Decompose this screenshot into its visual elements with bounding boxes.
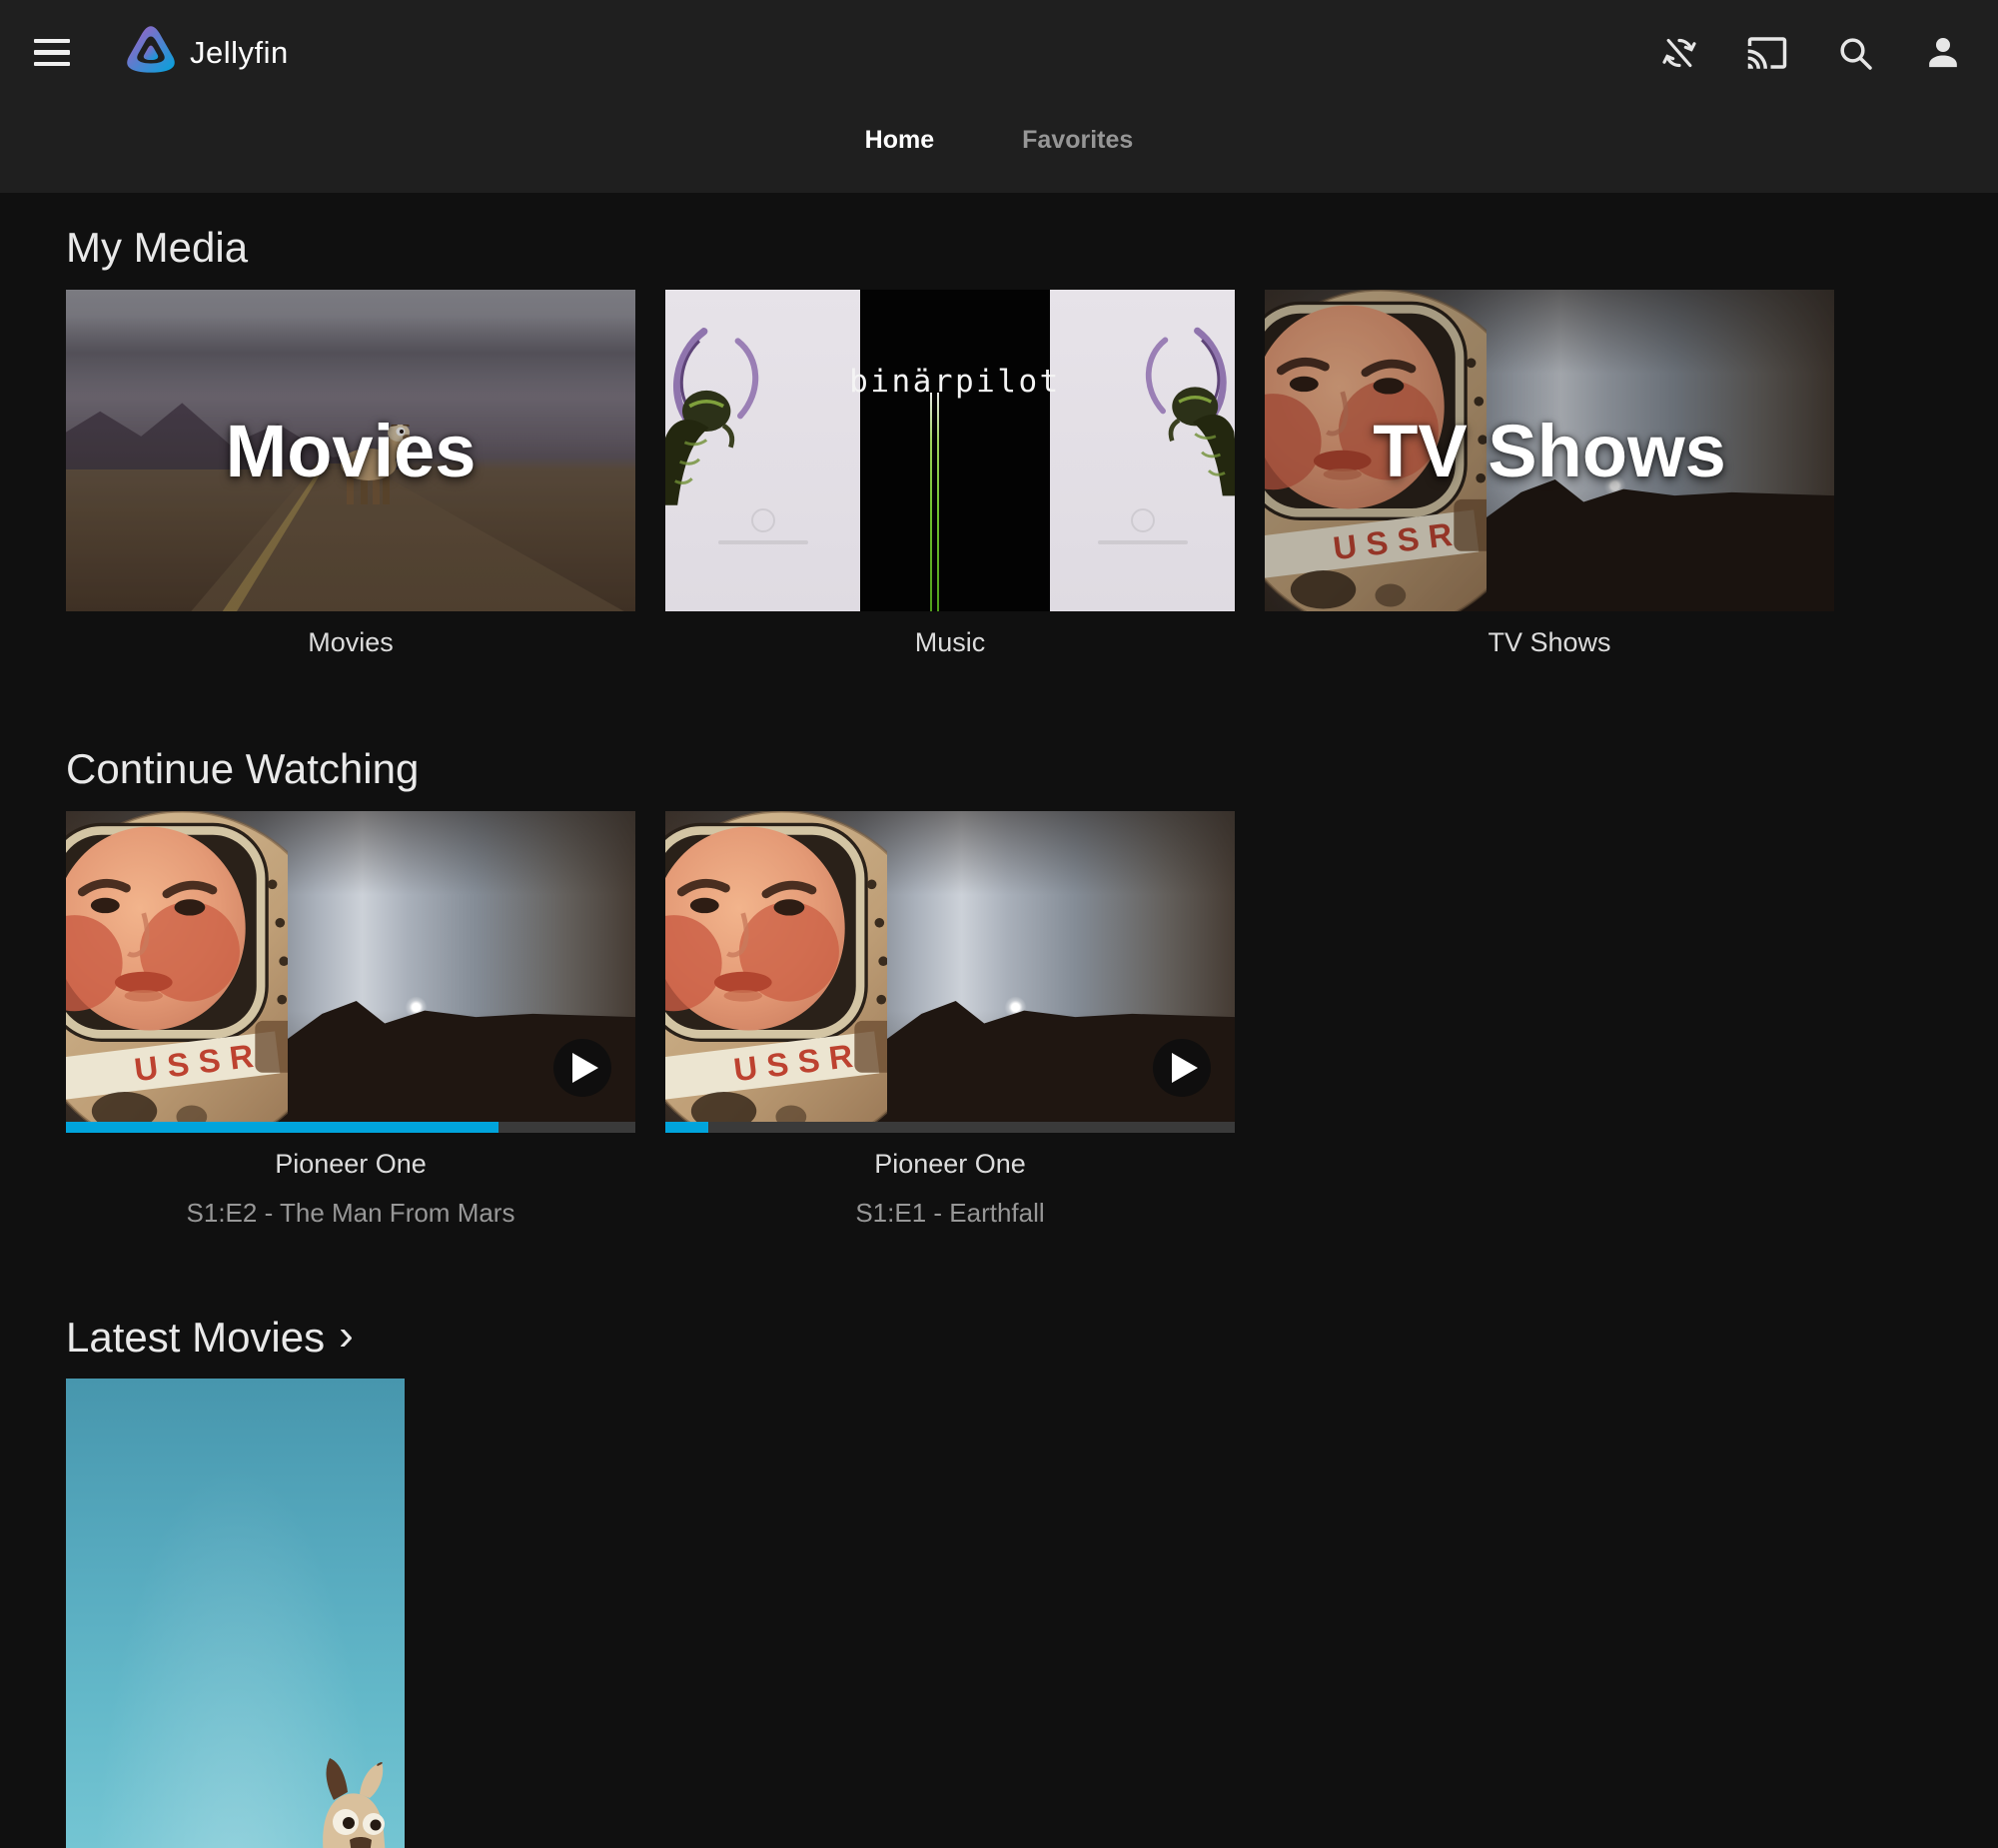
library-card-tvshows[interactable]: TV Shows TV Shows: [1265, 290, 1834, 658]
episode-2-title: Pioneer One: [665, 1149, 1235, 1180]
chevron-right-icon: ›: [339, 1316, 354, 1356]
llama-poster-artwork: [290, 1736, 405, 1848]
tvshows-hero-text: TV Shows: [1265, 290, 1834, 611]
music-card-label: Music: [665, 627, 1235, 658]
progress-bar: [665, 1122, 1235, 1133]
latest-movies-title: Latest Movies: [66, 1313, 325, 1363]
app-header: Jellyfin: [0, 0, 1998, 193]
music-card-image: binärpilot: [665, 290, 1235, 611]
syncplay-off-icon[interactable]: [1650, 24, 1708, 82]
tab-home[interactable]: Home: [855, 120, 944, 161]
cast-icon[interactable]: [1738, 24, 1796, 82]
episode-1-title: Pioneer One: [66, 1149, 635, 1180]
movies-hero-text: Movies: [66, 290, 635, 611]
episode-1-thumbnail: [66, 811, 635, 1133]
app-title: Jellyfin: [190, 35, 289, 71]
app-logo[interactable]: Jellyfin: [124, 23, 289, 82]
movies-card-label: Movies: [66, 627, 635, 658]
menu-icon[interactable]: [26, 27, 78, 79]
section-title-continue-watching: Continue Watching: [66, 658, 1998, 794]
episode-card-1[interactable]: Pioneer One S1:E2 - The Man From Mars: [66, 811, 635, 1229]
main-content: My Media Movies Movies: [0, 193, 1998, 1848]
album-title-text: binärpilot: [849, 364, 1061, 400]
album-cover-right: [1050, 290, 1235, 611]
progress-bar: [66, 1122, 635, 1133]
my-media-row: Movies Movies binärpilot: [66, 290, 1998, 658]
insect-artwork-mirrored: [1131, 322, 1235, 585]
jellyfin-logo-icon: [124, 23, 178, 82]
section-title-my-media: My Media: [66, 193, 1998, 273]
play-button[interactable]: [553, 1039, 611, 1097]
astronaut-artwork: [665, 811, 887, 1133]
header-top-row: Jellyfin: [0, 0, 1998, 105]
header-tabs: Home Favorites: [0, 105, 1998, 175]
tvshows-card-label: TV Shows: [1265, 627, 1834, 658]
library-card-movies[interactable]: Movies Movies: [66, 290, 635, 658]
search-icon[interactable]: [1826, 24, 1884, 82]
latest-movie-poster[interactable]: [66, 1379, 405, 1848]
continue-watching-row: Pioneer One S1:E2 - The Man From Mars Pi…: [66, 811, 1998, 1229]
progress-bar-fill: [665, 1122, 708, 1133]
episode-card-2[interactable]: Pioneer One S1:E1 - Earthfall: [665, 811, 1235, 1229]
section-link-latest-movies[interactable]: Latest Movies ›: [66, 1229, 354, 1363]
library-card-music[interactable]: binärpilot Music: [665, 290, 1235, 658]
episode-1-subtitle: S1:E2 - The Man From Mars: [66, 1198, 635, 1229]
album-cover-left: [665, 290, 860, 611]
tvshows-card-image: TV Shows: [1265, 290, 1834, 611]
insect-artwork: [665, 322, 774, 585]
movies-card-image: Movies: [66, 290, 635, 611]
play-button[interactable]: [1153, 1039, 1211, 1097]
user-icon[interactable]: [1914, 24, 1972, 82]
album-cover-center: binärpilot: [860, 290, 1050, 611]
episode-2-thumbnail: [665, 811, 1235, 1133]
tab-favorites[interactable]: Favorites: [1012, 120, 1143, 161]
progress-bar-fill: [66, 1122, 499, 1133]
episode-2-subtitle: S1:E1 - Earthfall: [665, 1198, 1235, 1229]
astronaut-artwork: [66, 811, 288, 1133]
